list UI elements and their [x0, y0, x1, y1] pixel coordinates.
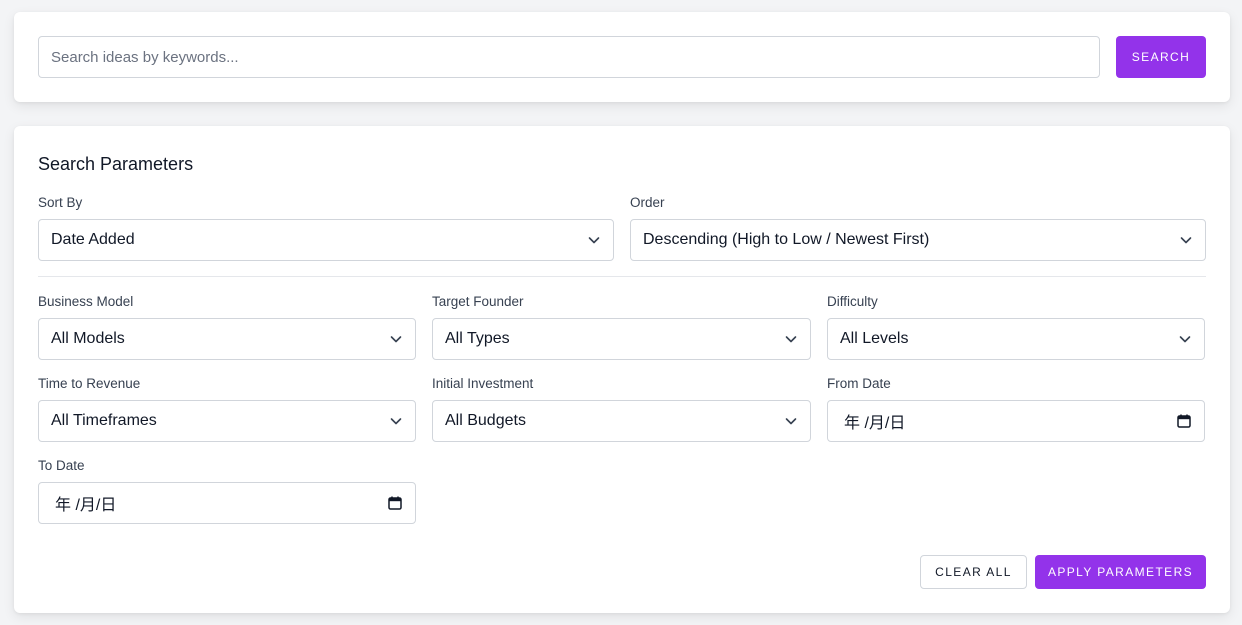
- to-date-label: To Date: [38, 458, 85, 473]
- to-date-value: 年 /月/日: [55, 497, 117, 514]
- initial-investment-select[interactable]: All Budgets: [432, 400, 811, 442]
- chevron-down-icon: [1178, 332, 1192, 346]
- order-field: Order Descending (High to Low / Newest F…: [630, 195, 1206, 261]
- chevron-down-icon: [784, 414, 798, 428]
- difficulty-label: Difficulty: [827, 294, 878, 309]
- from-date-field: From Date 年 /月/日: [827, 376, 1205, 442]
- section-title: Search Parameters: [38, 154, 194, 174]
- chevron-down-icon: [587, 233, 601, 247]
- search-button[interactable]: SEARCH: [1116, 36, 1206, 78]
- difficulty-value: All Levels: [840, 330, 909, 347]
- business-model-label: Business Model: [38, 294, 134, 309]
- time-to-revenue-value: All Timeframes: [51, 412, 157, 429]
- search-parameters-panel: Search Parameters Sort By Date Added Ord…: [14, 126, 1230, 613]
- initial-investment-field: Initial Investment All Budgets: [432, 376, 811, 442]
- search-card: SEARCH: [14, 12, 1230, 102]
- business-model-select[interactable]: All Models: [38, 318, 416, 360]
- sort-by-field: Sort By Date Added: [38, 195, 614, 261]
- difficulty-select[interactable]: All Levels: [827, 318, 1205, 360]
- time-to-revenue-select[interactable]: All Timeframes: [38, 400, 416, 442]
- to-date-field: To Date 年 /月/日: [38, 458, 416, 524]
- apply-parameters-button[interactable]: APPLY PARAMETERS: [1035, 555, 1206, 589]
- sort-by-label: Sort By: [38, 195, 83, 210]
- search-input[interactable]: [38, 36, 1100, 78]
- calendar-icon[interactable]: [387, 495, 403, 511]
- initial-investment-value: All Budgets: [445, 412, 526, 429]
- business-model-field: Business Model All Models: [38, 294, 416, 360]
- time-to-revenue-label: Time to Revenue: [38, 376, 141, 391]
- target-founder-field: Target Founder All Types: [432, 294, 811, 360]
- chevron-down-icon: [1179, 233, 1193, 247]
- divider: [38, 276, 1206, 277]
- from-date-input[interactable]: 年 /月/日: [827, 400, 1205, 442]
- calendar-icon[interactable]: [1176, 413, 1192, 429]
- order-select[interactable]: Descending (High to Low / Newest First): [630, 219, 1206, 261]
- from-date-label: From Date: [827, 376, 891, 391]
- clear-all-button[interactable]: CLEAR ALL: [920, 555, 1027, 589]
- initial-investment-label: Initial Investment: [432, 376, 534, 391]
- time-to-revenue-field: Time to Revenue All Timeframes: [38, 376, 416, 442]
- sort-by-select[interactable]: Date Added: [38, 219, 614, 261]
- from-date-value: 年 /月/日: [844, 415, 906, 432]
- order-label: Order: [630, 195, 665, 210]
- difficulty-field: Difficulty All Levels: [827, 294, 1205, 360]
- to-date-input[interactable]: 年 /月/日: [38, 482, 416, 524]
- business-model-value: All Models: [51, 330, 125, 347]
- target-founder-label: Target Founder: [432, 294, 524, 309]
- target-founder-value: All Types: [445, 330, 510, 347]
- chevron-down-icon: [784, 332, 798, 346]
- target-founder-select[interactable]: All Types: [432, 318, 811, 360]
- chevron-down-icon: [389, 414, 403, 428]
- order-value: Descending (High to Low / Newest First): [643, 231, 930, 248]
- sort-by-value: Date Added: [51, 231, 135, 248]
- chevron-down-icon: [389, 332, 403, 346]
